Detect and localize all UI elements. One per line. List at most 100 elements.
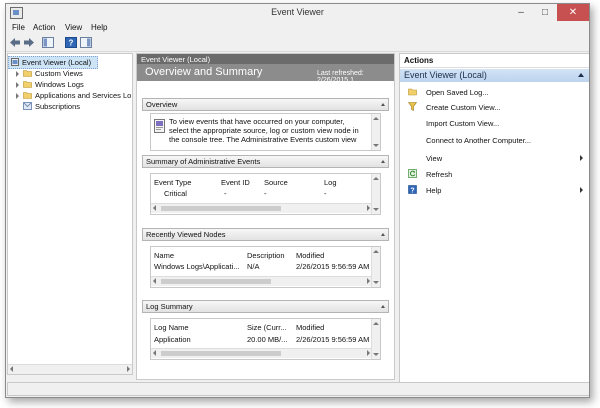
- column-header-event-type[interactable]: Event Type: [154, 178, 191, 187]
- overview-text-box: To view events that have occurred on you…: [150, 113, 381, 151]
- column-header-description[interactable]: Description: [247, 251, 285, 260]
- action-help[interactable]: ? Help: [400, 183, 589, 197]
- collapse-caret-icon[interactable]: [381, 305, 385, 308]
- log-summary-horizontal-scrollbar[interactable]: [151, 348, 372, 358]
- close-button[interactable]: ✕: [557, 4, 589, 21]
- submenu-arrow-icon: [580, 187, 583, 193]
- table-row[interactable]: Critical - - -: [151, 189, 371, 199]
- last-refreshed-text: Last refreshed: 2/26/2015 1...: [317, 70, 364, 84]
- scrollbar-thumb[interactable]: [161, 279, 271, 284]
- overview-text-line: To view events that have occurred on you…: [169, 117, 345, 126]
- event-viewer-window: Event Viewer – □ ✕ File Action View Help…: [5, 3, 590, 398]
- column-header-event-id[interactable]: Event ID: [221, 178, 250, 187]
- recent-nodes-section: Recently Viewed Nodes Name Description M…: [142, 228, 389, 288]
- log-summary-section-header[interactable]: Log Summary: [142, 300, 389, 313]
- recent-nodes-vertical-scrollbar[interactable]: [371, 247, 380, 287]
- column-header-size[interactable]: Size (Curr...: [247, 323, 287, 332]
- action-import-custom-view[interactable]: Import Custom View...: [400, 116, 589, 130]
- admin-events-section: Summary of Administrative Events Event T…: [142, 155, 389, 217]
- admin-events-section-header[interactable]: Summary of Administrative Events: [142, 155, 389, 168]
- admin-events-vertical-scrollbar[interactable]: [371, 174, 380, 214]
- scroll-down-arrow-icon[interactable]: [373, 353, 379, 356]
- scroll-down-arrow-icon[interactable]: [373, 208, 379, 211]
- column-header-name[interactable]: Name: [154, 251, 174, 260]
- log-summary-table[interactable]: Log Name Size (Curr... Modified Applicat…: [150, 318, 381, 360]
- collapse-caret-icon[interactable]: [381, 103, 385, 106]
- title-bar[interactable]: Event Viewer – □ ✕: [6, 4, 589, 21]
- help-toolbar-button[interactable]: ?: [65, 37, 77, 48]
- cell-event-id: -: [224, 189, 227, 198]
- column-header-log[interactable]: Log: [324, 178, 337, 187]
- cell-modified: 2/26/2015 9:56:59 AM: [296, 335, 370, 344]
- admin-events-table[interactable]: Event Type Event ID Source Log Critical …: [150, 173, 381, 215]
- menu-view[interactable]: View: [65, 23, 82, 32]
- scroll-right-arrow-icon[interactable]: [367, 205, 370, 211]
- column-header-modified[interactable]: Modified: [296, 323, 324, 332]
- scrollbar-thumb[interactable]: [161, 351, 281, 356]
- action-refresh[interactable]: Refresh: [400, 167, 589, 181]
- folder-icon: [23, 80, 32, 88]
- tree-item-subscriptions[interactable]: Subscriptions: [8, 101, 132, 112]
- table-row[interactable]: Windows Logs\Applicati... N/A 2/26/2015 …: [151, 262, 371, 272]
- menu-file[interactable]: File: [12, 23, 25, 32]
- minimize-button[interactable]: –: [509, 4, 533, 21]
- action-connect-to-another-computer[interactable]: Connect to Another Computer...: [400, 133, 589, 147]
- expand-arrow-icon[interactable]: [16, 82, 19, 88]
- overview-vertical-scrollbar[interactable]: [371, 114, 380, 150]
- scroll-right-arrow-icon[interactable]: [127, 366, 130, 372]
- recent-nodes-horizontal-scrollbar[interactable]: [151, 276, 372, 286]
- action-view[interactable]: View: [400, 151, 589, 165]
- refresh-icon: [408, 169, 417, 178]
- forward-arrow-icon: [24, 38, 34, 47]
- action-open-saved-log[interactable]: Open Saved Log...: [400, 85, 589, 99]
- tree-item-label: Subscriptions: [35, 102, 81, 111]
- subscriptions-icon: [23, 102, 32, 110]
- column-header-log-name[interactable]: Log Name: [154, 323, 189, 332]
- actions-group-event-viewer-local[interactable]: Event Viewer (Local): [400, 69, 589, 82]
- scroll-right-arrow-icon[interactable]: [367, 278, 370, 284]
- console-tree-pane[interactable]: Event Viewer (Local) Custom Views Window…: [7, 53, 133, 375]
- table-row[interactable]: Application 20.00 MB/... 2/26/2015 9:56:…: [151, 335, 371, 345]
- tree-item-windows-logs[interactable]: Windows Logs: [8, 79, 132, 90]
- expand-arrow-icon[interactable]: [16, 71, 19, 77]
- column-header-source[interactable]: Source: [264, 178, 288, 187]
- scroll-down-arrow-icon[interactable]: [373, 281, 379, 284]
- scroll-up-arrow-icon[interactable]: [373, 117, 379, 120]
- scroll-left-arrow-icon[interactable]: [153, 205, 156, 211]
- overview-section-header[interactable]: Overview: [142, 98, 389, 111]
- tree-item-custom-views[interactable]: Custom Views: [8, 68, 132, 79]
- recent-nodes-section-header[interactable]: Recently Viewed Nodes: [142, 228, 389, 241]
- scroll-left-arrow-icon[interactable]: [153, 350, 156, 356]
- scroll-down-arrow-icon[interactable]: [373, 144, 379, 147]
- scroll-left-arrow-icon[interactable]: [153, 278, 156, 284]
- admin-events-horizontal-scrollbar[interactable]: [151, 203, 372, 213]
- recent-nodes-table[interactable]: Name Description Modified Windows Logs\A…: [150, 246, 381, 288]
- log-summary-section: Log Summary Log Name Size (Curr... Modif…: [142, 300, 389, 362]
- help-icon: ?: [408, 185, 417, 194]
- tree-item-label: Event Viewer (Local): [22, 58, 92, 67]
- show-hide-action-pane-button[interactable]: [80, 37, 92, 48]
- action-create-custom-view[interactable]: Create Custom View...: [400, 100, 589, 114]
- show-hide-tree-button[interactable]: [42, 37, 54, 48]
- folder-icon: [408, 87, 417, 96]
- collapse-caret-icon[interactable]: [578, 73, 584, 77]
- column-header-modified[interactable]: Modified: [296, 251, 324, 260]
- expand-arrow-icon[interactable]: [16, 93, 19, 99]
- menu-help[interactable]: Help: [91, 23, 107, 32]
- tree-item-applications-and-services-logs[interactable]: Applications and Services Lo: [8, 90, 132, 101]
- tree-horizontal-scrollbar[interactable]: [8, 364, 132, 374]
- collapse-caret-icon[interactable]: [381, 160, 385, 163]
- scroll-up-arrow-icon[interactable]: [373, 250, 379, 253]
- menu-action[interactable]: Action: [33, 23, 55, 32]
- forward-button[interactable]: [23, 37, 35, 48]
- scroll-up-arrow-icon[interactable]: [373, 322, 379, 325]
- action-label: Import Custom View...: [426, 119, 500, 128]
- maximize-button[interactable]: □: [533, 4, 557, 21]
- collapse-caret-icon[interactable]: [381, 233, 385, 236]
- back-button[interactable]: [9, 37, 21, 48]
- scroll-up-arrow-icon[interactable]: [373, 177, 379, 180]
- scroll-right-arrow-icon[interactable]: [367, 350, 370, 356]
- log-summary-vertical-scrollbar[interactable]: [371, 319, 380, 359]
- scroll-left-arrow-icon[interactable]: [10, 366, 13, 372]
- scrollbar-thumb[interactable]: [161, 206, 281, 211]
